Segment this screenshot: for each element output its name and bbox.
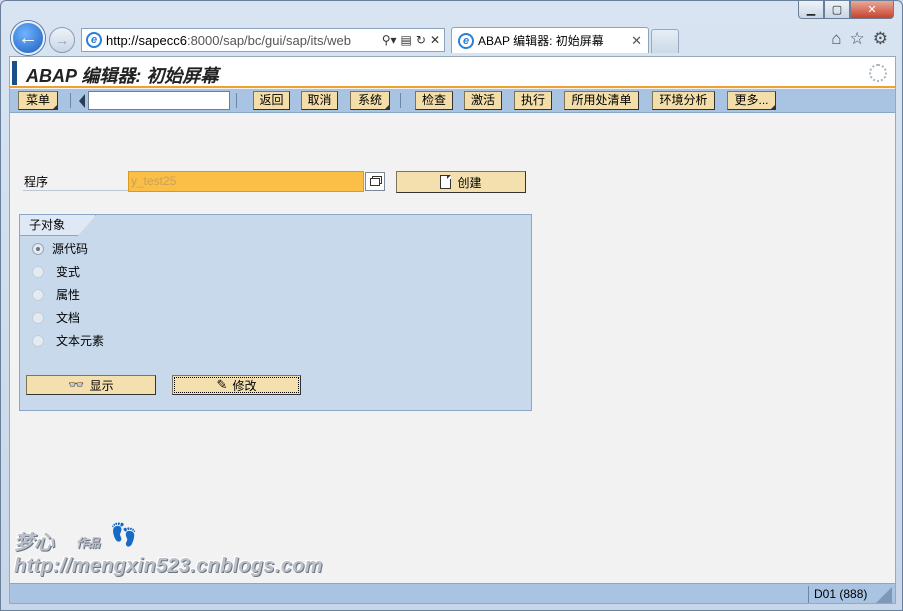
tab-close-icon[interactable]: ✕ bbox=[631, 33, 642, 49]
footprint-icon: 👣 bbox=[110, 522, 138, 547]
minimize-button[interactable]: ▁ bbox=[798, 1, 824, 19]
radio-source-code[interactable]: 源代码 bbox=[32, 240, 88, 257]
address-bar[interactable]: e http://sapecc6 :8000/sap/bc/gui/sap/it… bbox=[81, 28, 445, 52]
forward-arrow-icon[interactable]: → bbox=[49, 27, 75, 53]
new-tab-button[interactable] bbox=[651, 29, 679, 53]
radio-label: 源代码 bbox=[52, 242, 89, 256]
change-button[interactable]: ✎ 修改 bbox=[172, 375, 301, 395]
back-arrow-icon[interactable]: ← bbox=[11, 21, 45, 55]
pencil-icon: ✎ bbox=[216, 377, 228, 392]
maximize-button[interactable]: ▢ bbox=[824, 1, 850, 19]
subobjects-group: 子对象 源代码 变式 属性 文档 文本元素 👓 显示 ✎ 修改 bbox=[19, 214, 532, 411]
radio-unselected-icon[interactable] bbox=[32, 334, 44, 347]
radio-label: 变式 bbox=[56, 265, 81, 279]
favorites-star-icon[interactable]: ☆ bbox=[850, 29, 865, 49]
radio-unselected-icon[interactable] bbox=[32, 311, 44, 324]
address-path: :8000/sap/bc/gui/sap/its/web bbox=[186, 32, 352, 48]
display-button[interactable]: 👓 显示 bbox=[26, 375, 156, 395]
tab-ie-icon: e bbox=[458, 32, 474, 49]
subobjects-title: 子对象 bbox=[20, 215, 96, 236]
watermark: 梦心 作品 👣 http://mengxin523.cnblogs.com bbox=[12, 522, 372, 592]
command-field[interactable] bbox=[88, 91, 230, 110]
value-help-button[interactable] bbox=[365, 172, 385, 191]
title-accent-bar bbox=[12, 61, 17, 85]
radio-variants[interactable]: 变式 bbox=[32, 263, 80, 280]
settings-gear-icon[interactable]: ⚙ bbox=[873, 29, 888, 49]
radio-label: 文档 bbox=[56, 311, 81, 325]
refresh-icon[interactable]: ↻ bbox=[416, 33, 426, 47]
change-button-label: 修改 bbox=[232, 378, 257, 393]
radio-selected-icon[interactable] bbox=[32, 242, 44, 255]
compat-view-icon[interactable]: ▤ bbox=[401, 33, 412, 47]
new-document-icon bbox=[440, 175, 452, 189]
toolbar-separator bbox=[400, 93, 401, 108]
check-button[interactable]: 检查 bbox=[415, 91, 453, 110]
browser-window: ▁ ▢ ✕ ← → e http://sapecc6 :8000/sap/bc/… bbox=[0, 0, 903, 611]
radio-unselected-icon[interactable] bbox=[32, 288, 44, 301]
glasses-icon: 👓 bbox=[68, 377, 85, 392]
application-toolbar: 菜单 返回 取消 系统 检查 激活 执行 所用处清单 环境分析 更多... bbox=[10, 89, 895, 113]
more-button[interactable]: 更多... bbox=[727, 91, 776, 110]
browser-tab[interactable]: e ABAP 编辑器: 初始屏幕 ✕ bbox=[451, 27, 649, 53]
system-button[interactable]: 系统 bbox=[350, 91, 390, 110]
radio-unselected-icon[interactable] bbox=[32, 265, 44, 278]
loading-spinner-icon bbox=[869, 64, 887, 82]
cancel-button[interactable]: 取消 bbox=[301, 91, 338, 110]
ie-logo-icon: e bbox=[86, 32, 102, 48]
close-window-button[interactable]: ✕ bbox=[850, 1, 894, 19]
program-input[interactable]: y_test25 bbox=[128, 171, 364, 192]
create-button[interactable]: 创建 bbox=[396, 171, 526, 193]
address-tools: ⚲▾ ▤ ↻ ✕ bbox=[382, 33, 444, 47]
back-button[interactable]: 返回 bbox=[253, 91, 290, 110]
address-host: http://sapecc6 bbox=[106, 32, 187, 48]
radio-documentation[interactable]: 文档 bbox=[32, 309, 80, 326]
radio-attributes[interactable]: 属性 bbox=[32, 286, 80, 303]
watermark-name: 梦心 bbox=[14, 532, 54, 554]
home-icon[interactable]: ⌂ bbox=[831, 29, 841, 49]
create-button-label: 创建 bbox=[457, 175, 482, 190]
radio-label: 文本元素 bbox=[56, 334, 105, 348]
sap-title-bar: ABAP 编辑器: 初始屏幕 bbox=[10, 57, 895, 88]
activate-button[interactable]: 激活 bbox=[464, 91, 502, 110]
environment-analysis-button[interactable]: 环境分析 bbox=[652, 91, 715, 110]
toolbar-separator bbox=[236, 93, 237, 108]
display-button-label: 显示 bbox=[89, 378, 114, 393]
menu-button[interactable]: 菜单 bbox=[18, 91, 58, 110]
watermark-url: http://mengxin523.cnblogs.com bbox=[14, 555, 323, 577]
radio-text-elements[interactable]: 文本元素 bbox=[32, 332, 104, 349]
tab-title: ABAP 编辑器: 初始屏幕 bbox=[478, 34, 604, 48]
stop-icon[interactable]: ✕ bbox=[430, 33, 440, 47]
radio-label: 属性 bbox=[56, 288, 81, 302]
status-bar: D01 (888) bbox=[10, 583, 895, 603]
toolbar-separator bbox=[70, 93, 71, 108]
sap-page: ABAP 编辑器: 初始屏幕 菜单 返回 取消 系统 检查 激活 执行 所用处清… bbox=[9, 56, 896, 604]
system-info: D01 (888) bbox=[808, 586, 872, 603]
value-help-icon bbox=[370, 177, 380, 186]
status-expand-icon[interactable] bbox=[876, 587, 892, 603]
watermark-sub: 作品 bbox=[76, 536, 101, 550]
browser-right-tools: ⌂ ☆ ⚙ bbox=[831, 29, 888, 49]
page-title: ABAP 编辑器: 初始屏幕 bbox=[26, 66, 219, 86]
execute-button[interactable]: 执行 bbox=[514, 91, 552, 110]
window-controls: ▁ ▢ ✕ bbox=[798, 1, 894, 19]
program-label: 程序 bbox=[23, 173, 129, 191]
search-icon[interactable]: ⚲▾ bbox=[382, 33, 397, 47]
where-used-button[interactable]: 所用处清单 bbox=[564, 91, 639, 110]
collapse-arrow-icon[interactable] bbox=[79, 94, 85, 108]
